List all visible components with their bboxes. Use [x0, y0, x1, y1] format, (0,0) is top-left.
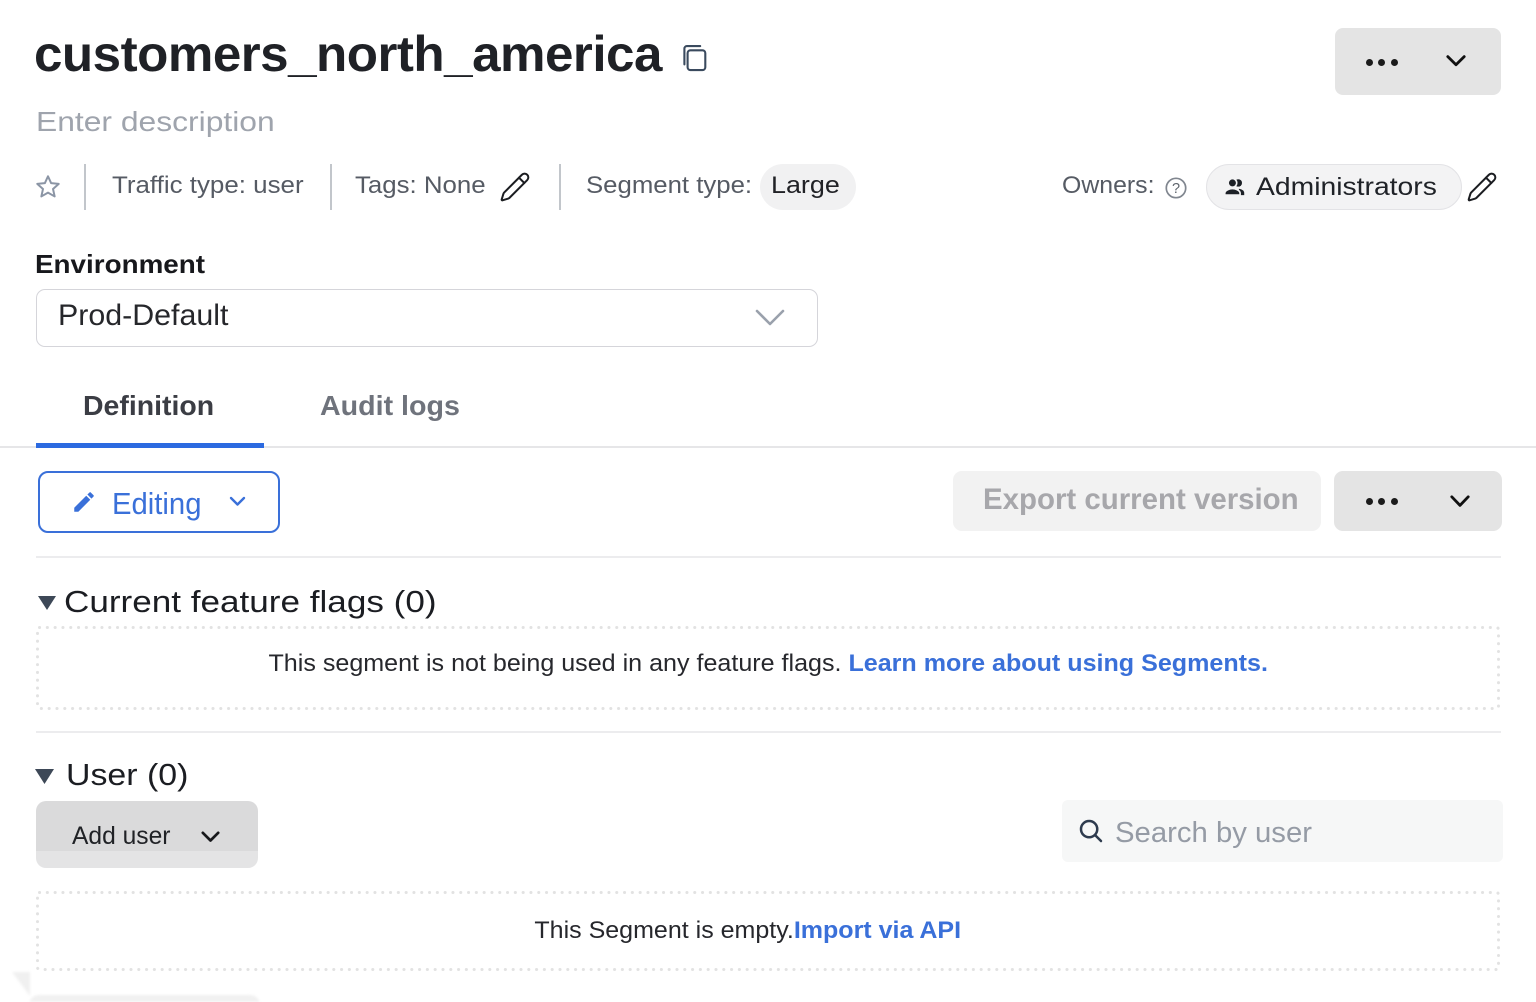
svg-text:?: ? [1172, 181, 1180, 197]
